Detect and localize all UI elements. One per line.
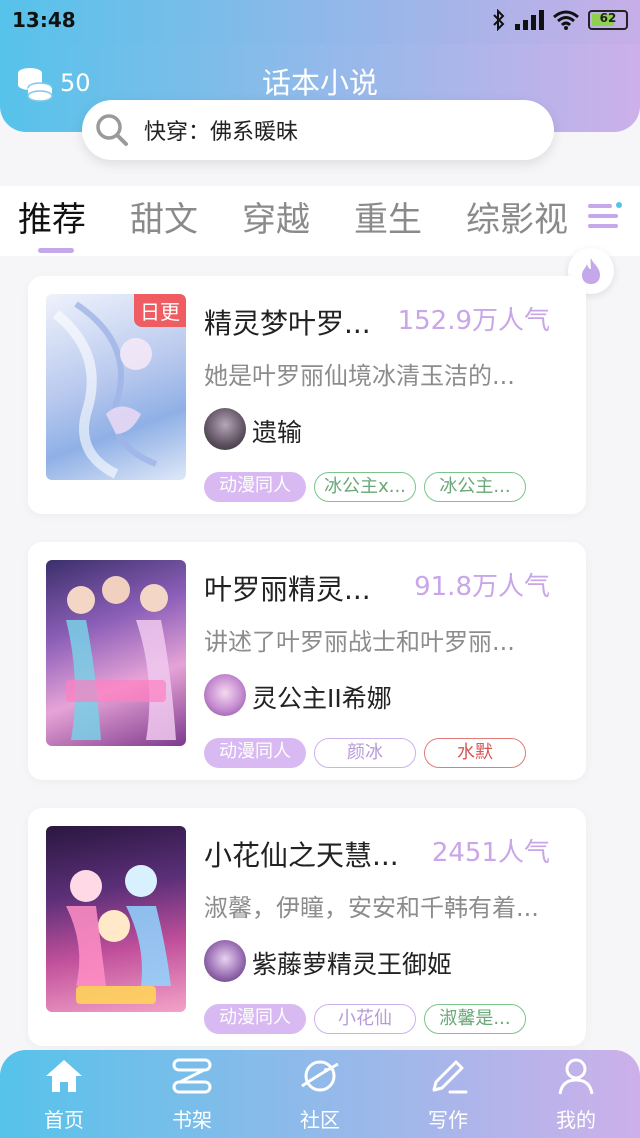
- tag[interactable]: 颜冰: [314, 738, 416, 768]
- tab-sweet[interactable]: 甜文: [130, 192, 198, 241]
- book-title: 叶罗丽精灵...: [204, 573, 371, 606]
- planet-icon: [301, 1060, 339, 1092]
- nav-bookshelf[interactable]: 书架: [142, 1056, 242, 1133]
- tab-rebirth[interactable]: 重生: [354, 192, 422, 241]
- book-description: 淑馨，伊瞳，安安和千韩有着...: [204, 894, 539, 922]
- book-cover[interactable]: [46, 560, 186, 746]
- book-title: 精灵梦叶罗...: [204, 307, 371, 340]
- book-popularity: 91.8万人气: [414, 572, 550, 602]
- book-tags: 动漫同人 小花仙 淑馨是...: [204, 1004, 526, 1034]
- cover-art: [66, 865, 171, 1004]
- book-description: 讲述了叶罗丽战士和叶罗丽...: [204, 628, 515, 656]
- battery-icon: 62: [588, 10, 628, 30]
- nav-write[interactable]: 写作: [398, 1056, 498, 1133]
- author-name[interactable]: 紫藤萝精灵王御姬: [252, 945, 452, 981]
- app-title: 话本小说: [261, 66, 378, 100]
- wifi-icon: [553, 10, 579, 30]
- nav-label: 我的: [556, 1108, 596, 1132]
- search-bar[interactable]: 快穿：佛系暖昧: [82, 100, 554, 160]
- tag[interactable]: 冰公主...: [424, 472, 526, 502]
- book-card[interactable]: 日更 精灵梦叶罗... 152.9万人气 她是叶罗丽仙境冰清玉洁的... 遗输 …: [28, 276, 586, 514]
- bookshelf-icon: [172, 1058, 212, 1094]
- tab-film-tv[interactable]: 综影视: [466, 192, 568, 241]
- nav-community[interactable]: 社区: [270, 1056, 370, 1133]
- search-icon: [96, 114, 128, 146]
- tab-recommend[interactable]: 推荐: [18, 192, 86, 241]
- battery-level: 62: [599, 11, 617, 25]
- nav-home[interactable]: 首页: [14, 1056, 114, 1133]
- bluetooth-icon: [493, 9, 505, 31]
- book-popularity: 2451人气: [431, 838, 550, 868]
- status-icons: 62: [492, 9, 628, 31]
- author-avatar[interactable]: [204, 674, 246, 716]
- tab-menu-button[interactable]: [580, 186, 640, 242]
- tag[interactable]: 动漫同人: [204, 472, 306, 502]
- book-title: 小花仙之天慧...: [204, 839, 399, 872]
- nav-profile[interactable]: 我的: [526, 1056, 626, 1133]
- search-query: 快穿：佛系暖昧: [144, 120, 299, 145]
- author-name[interactable]: 遗输: [252, 413, 302, 449]
- author-name[interactable]: 灵公主II希娜: [252, 679, 392, 715]
- status-time: 13:48: [12, 8, 76, 32]
- author-avatar[interactable]: [204, 408, 246, 450]
- book-description: 她是叶罗丽仙境冰清玉洁的...: [204, 362, 515, 390]
- nav-label: 首页: [44, 1108, 84, 1132]
- author-avatar[interactable]: [204, 940, 246, 982]
- book-tags: 动漫同人 颜冰 水默: [204, 738, 526, 768]
- tab-time-travel[interactable]: 穿越: [242, 192, 310, 241]
- cover-art: [66, 576, 176, 740]
- tag[interactable]: 动漫同人: [204, 738, 306, 768]
- category-tabs: 推荐 甜文 穿越 重生 综影视: [0, 186, 640, 256]
- tag[interactable]: 淑馨是...: [424, 1004, 526, 1034]
- nav-label: 书架: [172, 1108, 212, 1132]
- pen-icon: [432, 1060, 468, 1094]
- book-popularity: 152.9万人气: [397, 306, 550, 336]
- book-tags: 动漫同人 冰公主x... 冰公主...: [204, 472, 526, 502]
- signal-icon: [515, 10, 544, 30]
- book-cover[interactable]: [46, 826, 186, 1012]
- home-icon: [46, 1060, 82, 1092]
- bottom-nav: 首页 书架 社区 写作 我的: [0, 1050, 640, 1138]
- tag[interactable]: 小花仙: [314, 1004, 416, 1034]
- menu-icon: [588, 202, 622, 228]
- book-card[interactable]: 叶罗丽精灵... 91.8万人气 讲述了叶罗丽战士和叶罗丽... 灵公主II希娜…: [28, 542, 586, 780]
- user-icon: [558, 1058, 594, 1095]
- tag[interactable]: 动漫同人: [204, 1004, 306, 1034]
- book-card[interactable]: 小花仙之天慧... 2451人气 淑馨，伊瞳，安安和千韩有着... 紫藤萝精灵王…: [28, 808, 586, 1046]
- nav-label: 写作: [428, 1108, 468, 1132]
- tag[interactable]: 冰公主x...: [314, 472, 416, 502]
- book-cover[interactable]: 日更: [46, 294, 186, 480]
- nav-label: 社区: [300, 1108, 340, 1132]
- tag[interactable]: 水默: [424, 738, 526, 768]
- active-tab-indicator: [38, 248, 74, 253]
- status-bar: 13:48 62: [0, 0, 640, 44]
- daily-update-badge: 日更: [134, 294, 186, 327]
